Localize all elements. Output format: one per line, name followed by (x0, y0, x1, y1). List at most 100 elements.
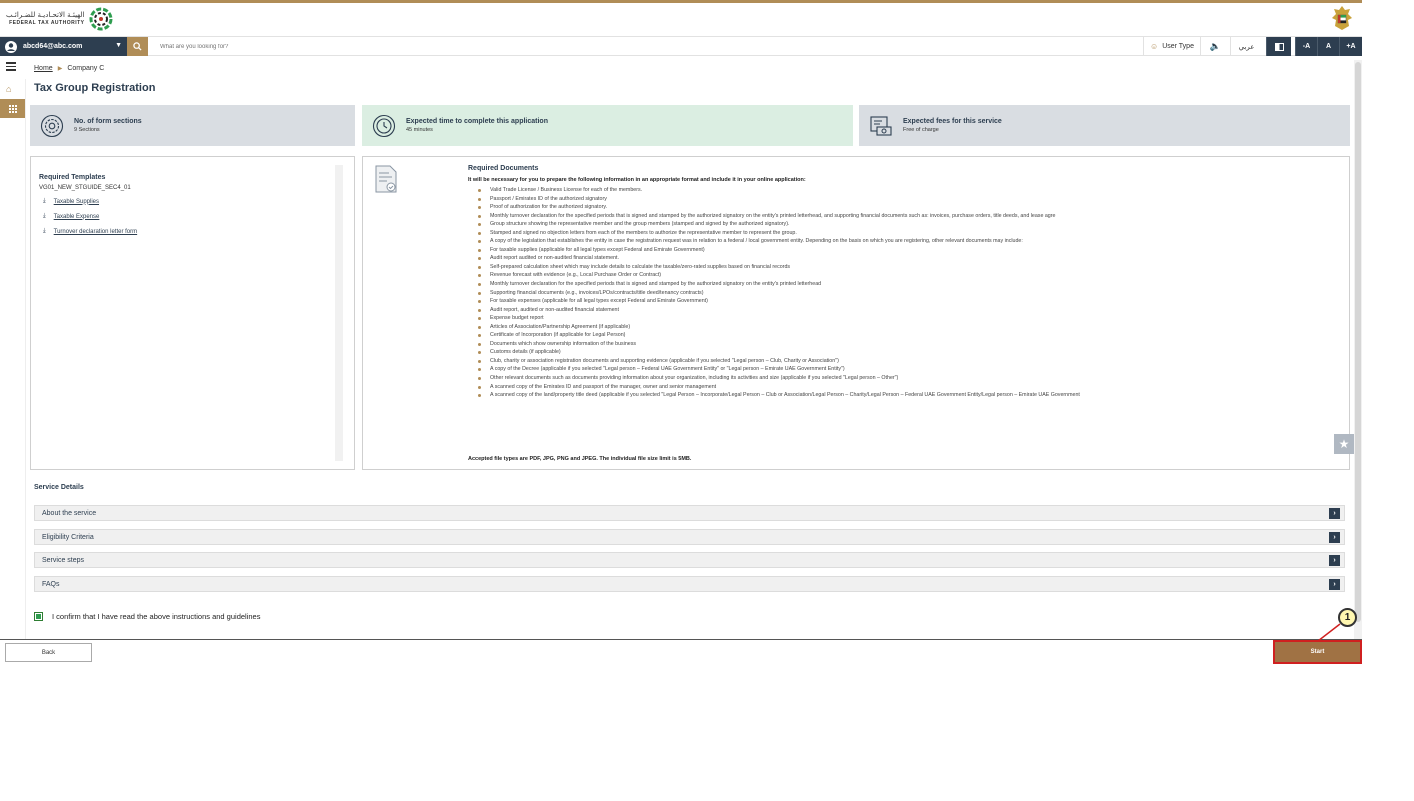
template-link[interactable]: ⤓ Taxable Expense (43, 213, 99, 220)
checkbox-checked-icon (36, 614, 41, 619)
chevron-right-icon: › (1329, 555, 1340, 566)
list-item: A copy of the legislation that establish… (476, 237, 1080, 246)
template-link-label: Taxable Supplies (53, 198, 100, 205)
list-item: Club, charity or association registratio… (476, 357, 1080, 366)
text-to-speech-button[interactable]: 🔈 (1200, 37, 1230, 56)
download-icon: ⤓ (43, 198, 46, 204)
apps-grid-button[interactable] (0, 99, 25, 118)
accepted-file-types: Accepted file types are PDF, JPG, PNG an… (468, 456, 692, 462)
user-type-label: User Type (1162, 43, 1194, 50)
list-item: Supporting financial documents (e.g., in… (476, 289, 1080, 298)
card-value: Free of charge (903, 127, 939, 133)
accordion-label: Eligibility Criteria (42, 533, 94, 541)
contrast-toggle-button[interactable] (1266, 37, 1291, 56)
page-title: Tax Group Registration (34, 82, 156, 94)
accordion-eligibility-criteria[interactable]: Eligibility Criteria › (34, 529, 1345, 545)
download-icon: ⤓ (43, 228, 46, 234)
expected-fees-card: Expected fees for this service Free of c… (859, 105, 1350, 146)
user-email: abcd64@abc.com (23, 43, 83, 50)
list-item: A scanned copy of the land/property titl… (476, 391, 1080, 400)
language-toggle[interactable]: عربي (1230, 37, 1262, 56)
list-item: Audit report audited or non-audited fina… (476, 254, 1080, 263)
documents-intro: It will be necessary for you to prepare … (468, 177, 806, 183)
template-link-label: Taxable Expense (53, 213, 100, 220)
list-item: Passport / Emirates ID of the authorized… (476, 195, 1080, 204)
gear-icon (40, 114, 64, 137)
list-item: Proof of authorization for the authorize… (476, 203, 1080, 212)
list-item: Group structure showing the representati… (476, 220, 1080, 229)
user-menu[interactable]: abcd64@abc.com ▼ (0, 37, 127, 56)
download-icon: ⤓ (43, 213, 46, 219)
back-button[interactable]: Back (5, 643, 92, 662)
breadcrumb-current: Company C (67, 65, 105, 72)
accordion-service-steps[interactable]: Service steps › (34, 552, 1345, 568)
documents-list: Valid Trade License / Business License f… (476, 186, 1080, 400)
font-decrease-button[interactable]: -A (1295, 37, 1317, 56)
card-value: 9 Sections (74, 127, 100, 133)
list-item: Monthly turnover declaration for the spe… (476, 280, 1080, 289)
list-item: Customs details (if applicable) (476, 348, 1080, 357)
home-icon[interactable]: ⌂ (6, 84, 11, 94)
template-link-label: Turnover declaration letter form (53, 228, 138, 235)
required-documents-panel: Required Documents It will be necessary … (362, 156, 1350, 470)
logo-emblem-icon (89, 7, 112, 31)
search-icon (133, 42, 142, 51)
chevron-right-icon: › (1329, 532, 1340, 543)
template-link[interactable]: ⤓ Turnover declaration letter form (43, 228, 137, 235)
list-item: Articles of Association/Partnership Agre… (476, 323, 1080, 332)
list-item: Self-prepared calculation sheet which ma… (476, 263, 1080, 272)
list-item: A scanned copy of the Emirates ID and pa… (476, 383, 1080, 392)
hamburger-menu-icon[interactable] (6, 62, 16, 73)
confirm-checkbox[interactable] (34, 612, 43, 621)
fta-logo[interactable]: الهيئـة الاتحـاديـة للضـرائـب FEDERAL TA… (6, 6, 113, 32)
list-item: For taxable supplies (applicable for all… (476, 246, 1080, 255)
templates-code: VG01_NEW_STGUIDE_SEC4_01 (39, 185, 131, 191)
uae-emblem-icon (1332, 6, 1352, 30)
user-type-icon: ☺ (1150, 42, 1159, 51)
template-link[interactable]: ⤓ Taxable Supplies (43, 198, 99, 205)
list-item: A copy of the Decree (applicable if you … (476, 365, 1080, 374)
chevron-right-icon: › (1329, 508, 1340, 519)
font-default-button[interactable]: A (1317, 37, 1339, 56)
user-icon (5, 40, 17, 53)
list-item: Monthly turnover declaration for the spe… (476, 212, 1080, 221)
accordion-about-service[interactable]: About the service › (34, 505, 1345, 521)
list-item: Expense budget report (476, 314, 1080, 323)
top-toolbar: abcd64@abc.com ▼ ☺ User Type 🔈 عربي -A A… (0, 36, 1362, 56)
footer-divider (0, 639, 1362, 640)
font-increase-button[interactable]: +A (1339, 37, 1362, 56)
page: الهيئـة الاتحـاديـة للضـرائـب FEDERAL TA… (0, 0, 1414, 801)
card-title: Expected fees for this service (903, 118, 1002, 125)
confirm-instructions: I confirm that I have read the above ins… (34, 612, 260, 621)
breadcrumb: Home ▶ Company C (34, 65, 104, 72)
list-item: Revenue forecast with evidence (e.g., Lo… (476, 271, 1080, 280)
page-scrollbar-thumb[interactable] (1355, 62, 1361, 622)
search-button[interactable] (127, 37, 148, 56)
logo-text: الهيئـة الاتحـاديـة للضـرائـب FEDERAL TA… (6, 11, 85, 27)
accordion-label: FAQs (42, 580, 60, 588)
list-item: Stamped and signed no objection letters … (476, 229, 1080, 238)
breadcrumb-arrow-icon: ▶ (57, 66, 63, 72)
documents-title: Required Documents (468, 165, 539, 172)
templates-title: Required Templates (39, 174, 106, 181)
start-button[interactable]: Start (1273, 640, 1362, 664)
accordion-faqs[interactable]: FAQs › (34, 576, 1345, 592)
list-item: Audit report, audited or non-audited fin… (476, 306, 1080, 315)
step-number-badge: 1 (1338, 608, 1357, 627)
list-item: Documents which show ownership informati… (476, 340, 1080, 349)
user-type-button[interactable]: ☺ User Type (1143, 37, 1200, 56)
breadcrumb-home-link[interactable]: Home (34, 65, 53, 72)
chevron-right-icon: › (1329, 579, 1340, 590)
favorite-star-button[interactable]: ★ (1334, 434, 1354, 454)
list-item: Other relevant documents such as documen… (476, 374, 1080, 383)
required-templates-panel: Required Templates VG01_NEW_STGUIDE_SEC4… (30, 156, 355, 470)
expected-time-card: Expected time to complete this applicati… (362, 105, 853, 146)
contrast-icon (1274, 42, 1284, 51)
service-details-title: Service Details (34, 484, 84, 491)
list-item: For taxable expenses (applicable for all… (476, 297, 1080, 306)
document-check-icon (375, 165, 397, 193)
search-input[interactable] (150, 37, 1050, 56)
list-item: Certificate of Incorporation (if applica… (476, 331, 1080, 340)
fees-receipt-icon (870, 115, 892, 136)
templates-scrollbar[interactable] (335, 165, 343, 461)
